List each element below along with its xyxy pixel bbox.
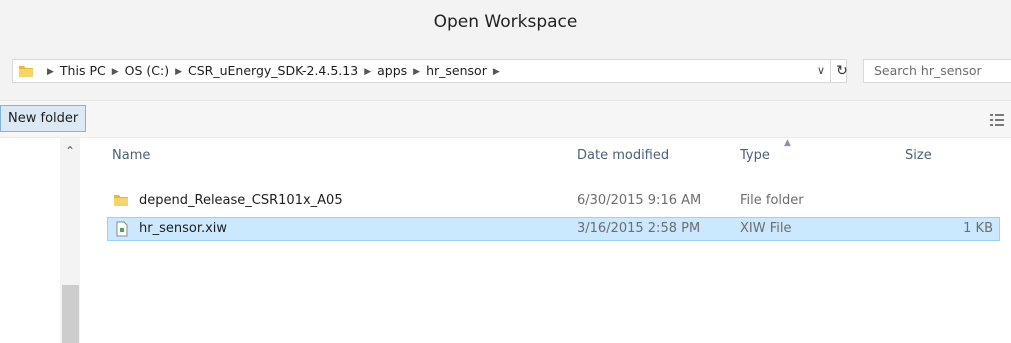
- file-name: hr_sensor.xiw: [139, 221, 228, 236]
- refresh-icon[interactable]: ↻: [830, 60, 853, 82]
- breadcrumb-os-c[interactable]: OS (C:): [125, 63, 169, 78]
- breadcrumb-sdk[interactable]: CSR_uEnergy_SDK-2.4.5.13: [188, 63, 358, 78]
- command-bar: New folder: [0, 101, 1011, 138]
- column-header-type[interactable]: Type: [740, 148, 770, 163]
- file-type: File folder: [740, 193, 804, 208]
- breadcrumb-hr-sensor[interactable]: hr_sensor: [426, 63, 487, 78]
- file-date-modified: 6/30/2015 9:16 AM: [577, 193, 702, 208]
- address-bar[interactable]: ▶ This PC ▶ OS (C:) ▶ CSR_uEnergy_SDK-2.4.5.1…: [12, 59, 848, 83]
- folder-icon: [114, 195, 128, 206]
- chevron-right-icon[interactable]: ▶: [493, 67, 500, 77]
- file-row[interactable]: depend_Release_CSR101x_A05 6/30/2015 9:1…: [107, 189, 1000, 213]
- navigation-pane: ⌃: [0, 138, 88, 343]
- file-icon: [116, 221, 128, 237]
- view-options-icon[interactable]: [990, 114, 1004, 126]
- chevron-right-icon[interactable]: ▶: [175, 67, 182, 77]
- chevron-right-icon[interactable]: ▶: [413, 67, 420, 77]
- column-header-size[interactable]: Size: [905, 148, 932, 163]
- file-row-selected[interactable]: hr_sensor.xiw 3/16/2015 2:58 PM XIW File…: [107, 217, 1000, 241]
- breadcrumb-this-pc[interactable]: This PC: [60, 63, 106, 78]
- file-name: depend_Release_CSR101x_A05: [139, 193, 343, 208]
- title-bar: Open Workspace: [0, 0, 1011, 46]
- column-header-date-modified[interactable]: Date modified: [577, 148, 669, 163]
- search-input[interactable]: [874, 63, 1009, 78]
- navigation-bar: ▶ This PC ▶ OS (C:) ▶ CSR_uEnergy_SDK-2.4.5.1…: [0, 46, 1011, 101]
- new-folder-button[interactable]: New folder: [0, 105, 87, 132]
- chevron-right-icon[interactable]: ▶: [112, 67, 119, 77]
- folder-icon: [19, 66, 33, 77]
- search-box[interactable]: [863, 59, 1011, 83]
- chevron-down-icon[interactable]: ∨: [813, 62, 829, 80]
- file-date-modified: 3/16/2015 2:58 PM: [577, 221, 701, 236]
- scrollbar-thumb[interactable]: [62, 285, 79, 343]
- window-title: Open Workspace: [433, 12, 578, 32]
- chevron-right-icon[interactable]: ▶: [364, 67, 371, 77]
- file-size: 1 KB: [963, 221, 993, 236]
- breadcrumb-apps[interactable]: apps: [377, 63, 407, 78]
- breadcrumb: ▶ This PC ▶ OS (C:) ▶ CSR_uEnergy_SDK-2.4.5.1…: [41, 63, 506, 78]
- chevron-right-icon[interactable]: ▶: [47, 67, 54, 77]
- scroll-up-icon[interactable]: ⌃: [60, 143, 80, 159]
- sort-ascending-icon: ▲: [784, 138, 791, 148]
- file-type: XIW File: [740, 221, 792, 236]
- column-header-name[interactable]: Name: [112, 148, 150, 163]
